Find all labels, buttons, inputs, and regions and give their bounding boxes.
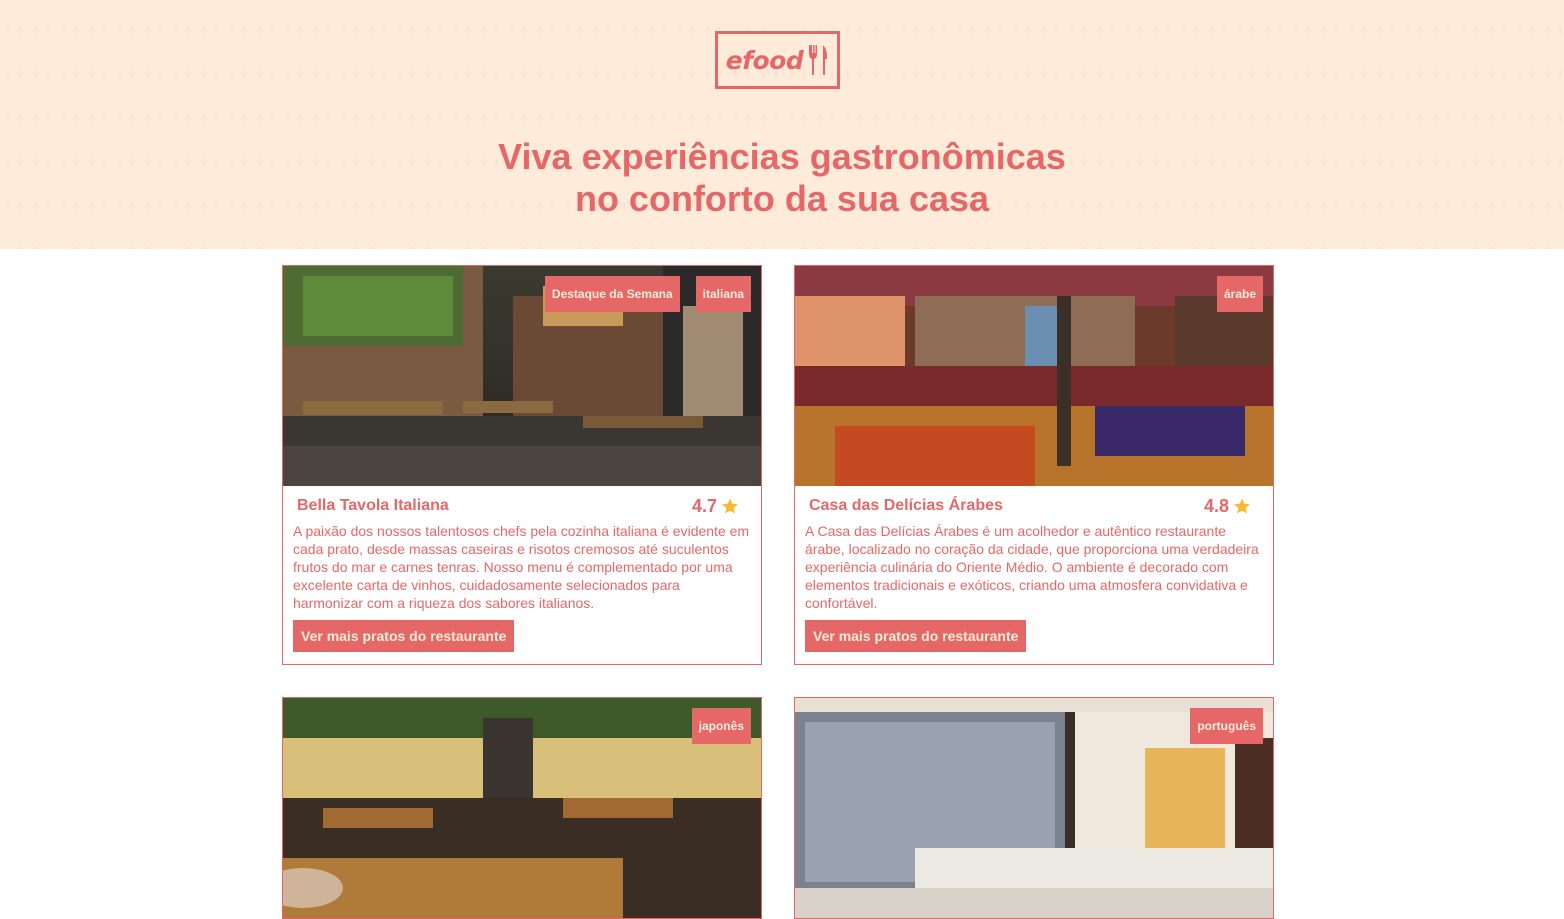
tag-badge: japonês xyxy=(691,708,751,744)
cutlery-icon xyxy=(809,45,828,75)
tag-list: japonês xyxy=(691,708,751,744)
headline-line-1: Viva experiências gastronômicas xyxy=(498,136,1066,177)
tag-list: árabe xyxy=(1216,276,1263,312)
hero-headline: Viva experiências gastronômicas no confo… xyxy=(382,136,1182,220)
tag-list: Destaque da Semana italiana xyxy=(544,276,751,312)
view-dishes-button[interactable]: Ver mais pratos do restaurante xyxy=(805,620,1027,652)
star-icon xyxy=(1234,498,1250,514)
restaurant-description: A paixão dos nossos talentosos chefs pel… xyxy=(293,523,750,611)
restaurant-photo: português xyxy=(795,698,1273,918)
rating-value: 4.8 xyxy=(1203,495,1229,516)
card-info: Bella Tavola Italiana 4.7 A paixão dos n… xyxy=(283,486,761,664)
logo-text: efood xyxy=(725,45,804,75)
efood-logo[interactable]: efood xyxy=(715,31,840,89)
rating-value: 4.7 xyxy=(691,495,717,516)
card-info: Casa das Delícias Árabes 4.8 A Casa das … xyxy=(795,486,1273,664)
hero-banner: efood Viva experiências gastronômicas no… xyxy=(0,0,1564,249)
restaurant-name: Bella Tavola Italiana xyxy=(297,497,449,514)
headline-line-2: no conforto da sua casa xyxy=(574,178,990,219)
restaurant-photo: árabe xyxy=(795,266,1273,486)
restaurant-card: árabe Casa das Delícias Árabes 4.8 A Cas… xyxy=(794,265,1274,665)
restaurant-name: Casa das Delícias Árabes xyxy=(809,497,1003,514)
restaurant-card: português xyxy=(794,697,1274,919)
restaurant-card: Destaque da Semana italiana Bella Tavola… xyxy=(282,265,762,665)
restaurant-photo: japonês xyxy=(283,698,761,918)
tag-badge: Destaque da Semana xyxy=(544,276,680,312)
view-dishes-button[interactable]: Ver mais pratos do restaurante xyxy=(293,620,515,652)
tag-list: português xyxy=(1190,708,1263,744)
restaurant-photo: Destaque da Semana italiana xyxy=(283,266,761,486)
star-icon xyxy=(722,498,738,514)
restaurant-description: A Casa das Delícias Árabes é um acolhedo… xyxy=(805,523,1259,611)
rating: 4.8 xyxy=(1204,496,1251,517)
tag-badge: português xyxy=(1190,708,1263,744)
tag-badge: árabe xyxy=(1216,276,1263,312)
rating: 4.7 xyxy=(692,496,739,517)
tag-badge: italiana xyxy=(695,276,751,312)
restaurant-card: japonês xyxy=(282,697,762,919)
